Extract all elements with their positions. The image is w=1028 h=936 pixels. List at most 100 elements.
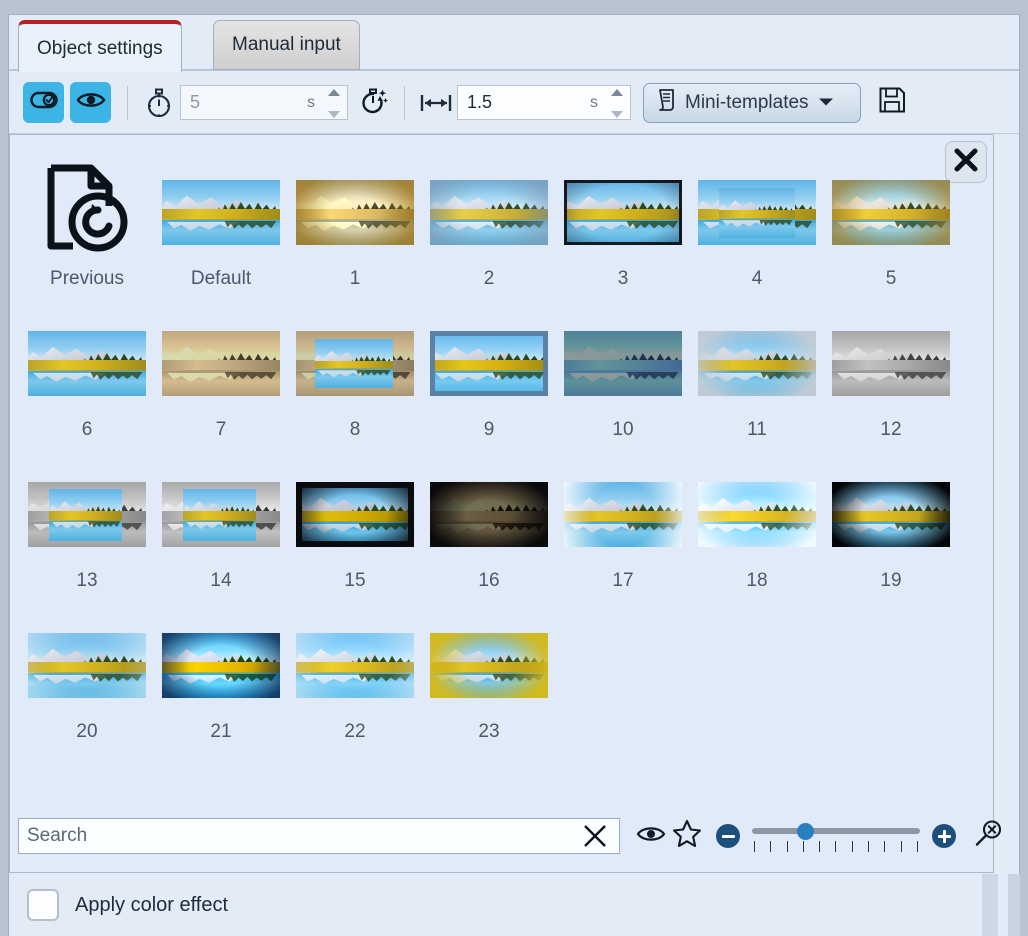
- stopwatch-icon: [142, 86, 176, 120]
- apply-color-effect-row: Apply color effect: [9, 874, 1019, 936]
- template-item-15[interactable]: 15: [288, 467, 422, 594]
- template-item-2[interactable]: 2: [422, 165, 556, 292]
- toggle-visibility-button[interactable]: [70, 82, 111, 123]
- template-caption: 4: [752, 266, 763, 292]
- template-thumbnail: [296, 482, 414, 547]
- delay-increment-icon[interactable]: [328, 89, 340, 96]
- duration-increment-icon[interactable]: [611, 89, 623, 96]
- template-item-13[interactable]: 13: [20, 467, 154, 594]
- thumbnail-scene: [162, 633, 280, 698]
- template-thumbnail: [162, 633, 280, 698]
- template-item-3[interactable]: 3: [556, 165, 690, 292]
- template-thumbnail: [162, 180, 280, 245]
- thumbnail-scene: [430, 482, 548, 547]
- template-item-19[interactable]: 19: [824, 467, 958, 594]
- template-item-22[interactable]: 22: [288, 618, 422, 745]
- scroll-icon: [656, 88, 676, 117]
- thumbnail-scene: [162, 180, 280, 245]
- mini-templates-picker-panel: PreviousDefault1234567891011121314151617…: [9, 134, 994, 873]
- duration-stepper[interactable]: [608, 89, 626, 118]
- delay-value: 5: [181, 92, 200, 113]
- template-thumbnail: [698, 482, 816, 547]
- template-item-14[interactable]: 14: [154, 467, 288, 594]
- tab-object-settings[interactable]: Object settings: [18, 20, 182, 72]
- floppy-disk-icon: [878, 86, 906, 119]
- template-item-5[interactable]: 5: [824, 165, 958, 292]
- thumbnail-scene: [296, 633, 414, 698]
- thumbnail-scene: [564, 331, 682, 396]
- template-item-Default[interactable]: Default: [154, 165, 288, 292]
- panel-scrollbar-track[interactable]: [982, 874, 998, 936]
- duration-unit: s: [590, 94, 598, 112]
- template-caption: 7: [216, 417, 227, 443]
- search-field-wrapper[interactable]: [18, 818, 620, 854]
- reset-zoom-button[interactable]: [972, 816, 1004, 856]
- template-item-6[interactable]: 6: [20, 316, 154, 443]
- zoom-in-button[interactable]: [932, 824, 956, 848]
- delay-spinner[interactable]: 5 s: [180, 85, 348, 120]
- eye-icon: [636, 824, 666, 849]
- zoom-slider[interactable]: [752, 819, 920, 853]
- template-thumbnail: [430, 482, 548, 547]
- template-item-21[interactable]: 21: [154, 618, 288, 745]
- panel-scrollbar-thumb[interactable]: [1008, 874, 1020, 936]
- delay-unit: s: [307, 94, 315, 112]
- template-item-16[interactable]: 16: [422, 467, 556, 594]
- zoom-out-button[interactable]: [716, 824, 740, 848]
- template-item-11[interactable]: 11: [690, 316, 824, 443]
- delay-decrement-icon[interactable]: [328, 111, 340, 118]
- template-item-12[interactable]: 12: [824, 316, 958, 443]
- template-item-20[interactable]: 20: [20, 618, 154, 745]
- template-item-9[interactable]: 9: [422, 316, 556, 443]
- template-thumbnail: [832, 482, 950, 547]
- preview-toggle-button[interactable]: [636, 816, 666, 856]
- favorite-button[interactable]: [672, 816, 702, 856]
- delay-stepper[interactable]: [325, 89, 343, 118]
- template-caption: Default: [191, 266, 251, 292]
- template-caption: 13: [76, 568, 97, 594]
- toolbar-separator-2: [404, 86, 405, 120]
- template-item-4[interactable]: 4: [690, 165, 824, 292]
- duration-value: 1.5: [458, 92, 492, 113]
- template-caption: Previous: [50, 266, 124, 292]
- apply-color-effect-checkbox[interactable]: [27, 889, 59, 921]
- panel-scrollbar[interactable]: [1008, 874, 1020, 936]
- save-button[interactable]: [873, 84, 911, 122]
- template-thumbnail: [28, 331, 146, 396]
- toggle-check-icon: [30, 90, 58, 115]
- template-thumbnail: [28, 633, 146, 698]
- star-icon: [672, 819, 702, 853]
- template-caption: 12: [880, 417, 901, 443]
- template-previous-item[interactable]: Previous: [20, 165, 154, 292]
- template-thumbnail: [430, 180, 548, 245]
- clear-search-button[interactable]: [571, 819, 619, 853]
- duration-decrement-icon[interactable]: [611, 111, 623, 118]
- toggle-check-button[interactable]: [23, 82, 64, 123]
- template-item-10[interactable]: 10: [556, 316, 690, 443]
- tab-manual-input[interactable]: Manual input: [213, 20, 360, 70]
- template-thumbnail: [832, 180, 950, 245]
- template-caption: 23: [478, 719, 499, 745]
- thumbnail-scene: [183, 489, 256, 541]
- template-item-8[interactable]: 8: [288, 316, 422, 443]
- zoom-slider-thumb[interactable]: [797, 823, 814, 840]
- template-grid-row: 202122 23: [20, 618, 985, 745]
- template-caption: 15: [344, 568, 365, 594]
- duration-spinner[interactable]: 1.5 s: [457, 85, 631, 120]
- template-item-1[interactable]: 1: [288, 165, 422, 292]
- template-thumbnail: [296, 633, 414, 698]
- toolbar-separator-1: [127, 86, 128, 120]
- zoom-control: [716, 819, 956, 853]
- thumbnail-scene: [430, 180, 548, 245]
- template-item-23[interactable]: 23: [422, 618, 556, 745]
- stopwatch-sparkle-icon[interactable]: [356, 86, 390, 120]
- chevron-down-icon: [818, 94, 834, 112]
- search-input[interactable]: [19, 819, 569, 853]
- eye-icon: [76, 90, 106, 115]
- template-item-7[interactable]: 7: [154, 316, 288, 443]
- minus-circle-icon: [722, 835, 735, 838]
- template-item-17[interactable]: 17: [556, 467, 690, 594]
- template-item-18[interactable]: 18: [690, 467, 824, 594]
- mini-templates-dropdown[interactable]: Mini-templates: [643, 83, 861, 123]
- template-thumbnail: [162, 331, 280, 396]
